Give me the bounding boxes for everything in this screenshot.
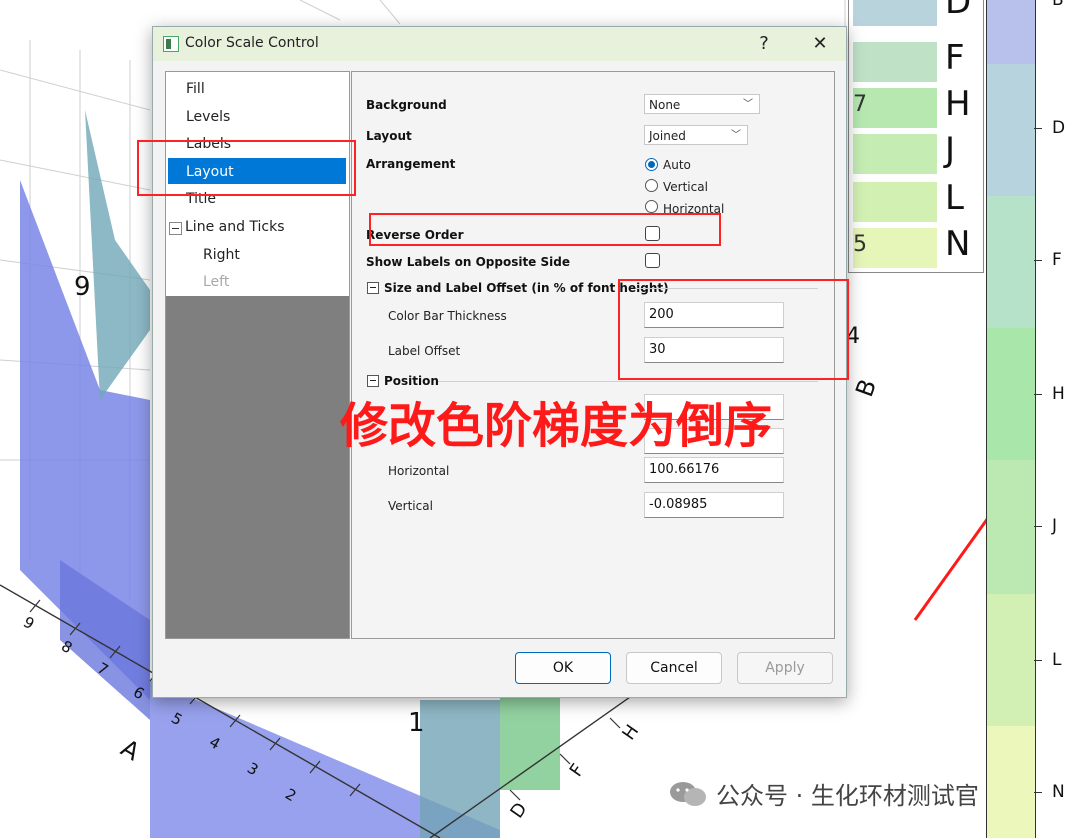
horizontal-input[interactable]: 100.66176 (644, 457, 784, 483)
collapse-icon[interactable] (169, 222, 182, 235)
legend-row: L (849, 178, 983, 224)
color-bar-segment (987, 460, 1035, 594)
arrangement-horizontal-radio[interactable] (645, 200, 658, 213)
close-icon[interactable]: ✕ (807, 31, 833, 57)
layout-select-value: Joined (649, 129, 686, 143)
vertical-input[interactable]: -0.08985 (644, 492, 784, 518)
legend-sub-label: 5 (853, 232, 867, 257)
legend-row: 5 N (849, 224, 983, 270)
labels-opposite-checkbox[interactable] (645, 253, 660, 268)
labels-opposite-label: Show Labels on Opposite Side (366, 255, 570, 269)
dialog-titlebar[interactable]: Color Scale Control ? ✕ (153, 27, 846, 61)
arrangement-auto-radio[interactable] (645, 158, 658, 171)
layout-label: Layout (366, 129, 412, 143)
legend-row: 7 H (849, 84, 983, 130)
legend-letter: L (945, 178, 964, 218)
legend-row: J (849, 130, 983, 176)
color-bar-tick (1034, 792, 1042, 793)
dialog-title: Color Scale Control (185, 35, 319, 51)
arrangement-auto-label: Auto (663, 158, 691, 172)
size-group-collapse-icon[interactable] (367, 282, 379, 294)
apply-button[interactable]: Apply (737, 652, 833, 684)
label-offset-label: Label Offset (388, 344, 461, 358)
color-bar-label: J (1052, 516, 1058, 536)
color-bar-label: B (1052, 0, 1064, 10)
tree-item-left: Left (203, 274, 230, 290)
highlight-size-fields (618, 279, 849, 380)
color-bar-tick (1034, 660, 1042, 661)
color-bar-label: L (1052, 650, 1062, 670)
color-bar-label: D (1052, 118, 1066, 138)
color-bar-label: H (1052, 384, 1065, 404)
legend-sub-label: 7 (853, 92, 867, 117)
color-bar-tick (1034, 260, 1042, 261)
color-bar-label: F (1052, 250, 1062, 270)
color-bar-segment (987, 594, 1035, 726)
background-select-value: None (649, 98, 681, 112)
ok-button[interactable]: OK (515, 652, 611, 684)
legend-letter: H (945, 84, 971, 124)
horizontal-label: Horizontal (388, 464, 450, 478)
vertical-label: Vertical (388, 499, 433, 513)
color-bar-tick (1034, 394, 1042, 395)
color-bar-segment (987, 196, 1035, 328)
tree-item-fill[interactable]: Fill (186, 77, 205, 101)
color-bar-thickness-label: Color Bar Thickness (388, 309, 507, 323)
chevron-down-icon: ﹀ (731, 130, 741, 141)
color-bar-label: N (1052, 782, 1065, 802)
color-bar-segment (987, 328, 1035, 460)
color-scale-bar[interactable] (986, 0, 1036, 838)
tree-item-levels[interactable]: Levels (186, 105, 230, 129)
arrangement-vertical-label: Vertical (663, 180, 708, 194)
app-icon (163, 36, 179, 52)
legend-letter: J (945, 130, 956, 170)
highlight-layout-tree-item (137, 140, 356, 196)
watermark-text: 公众号 · 生化环材测试官 (716, 782, 979, 810)
arrangement-vertical-radio[interactable] (645, 179, 658, 192)
plot-number-1: 1 (408, 708, 425, 738)
annotation-text: 修改色阶梯度为倒序 (340, 398, 773, 454)
highlight-reverse-order (369, 213, 721, 246)
tree-item-right[interactable]: Right (203, 243, 240, 267)
group-divider (438, 381, 818, 382)
legend-swatch (853, 42, 937, 82)
cancel-button[interactable]: Cancel (626, 652, 722, 684)
legend-row: D (849, 0, 983, 28)
tree-item-line-and-ticks[interactable]: Line and Ticks (185, 215, 285, 239)
plot-number-9: 9 (74, 272, 91, 302)
legend-letter: F (945, 38, 965, 78)
layout-select[interactable]: Joined ﹀ (644, 125, 748, 145)
help-button[interactable]: ? (751, 31, 777, 57)
chevron-down-icon: ﹀ (743, 99, 753, 110)
color-bar-tick (1034, 128, 1042, 129)
color-bar-segment (987, 64, 1035, 196)
legend-row: F (849, 38, 983, 84)
color-bar-segment (987, 726, 1035, 838)
legend-swatch (853, 182, 937, 222)
background-select[interactable]: None ﹀ (644, 94, 760, 114)
background-label: Background (366, 98, 447, 112)
legend-swatch (853, 0, 937, 26)
legend-letter: D (945, 0, 972, 22)
legend-letter: N (945, 224, 971, 264)
plot-legend: D F 7 H J L 5 N (848, 0, 984, 273)
arrangement-label: Arrangement (366, 157, 456, 171)
color-bar-segment (987, 0, 1035, 64)
color-bar-tick (1034, 526, 1042, 527)
legend-swatch (853, 134, 937, 174)
wechat-icon (670, 782, 706, 806)
